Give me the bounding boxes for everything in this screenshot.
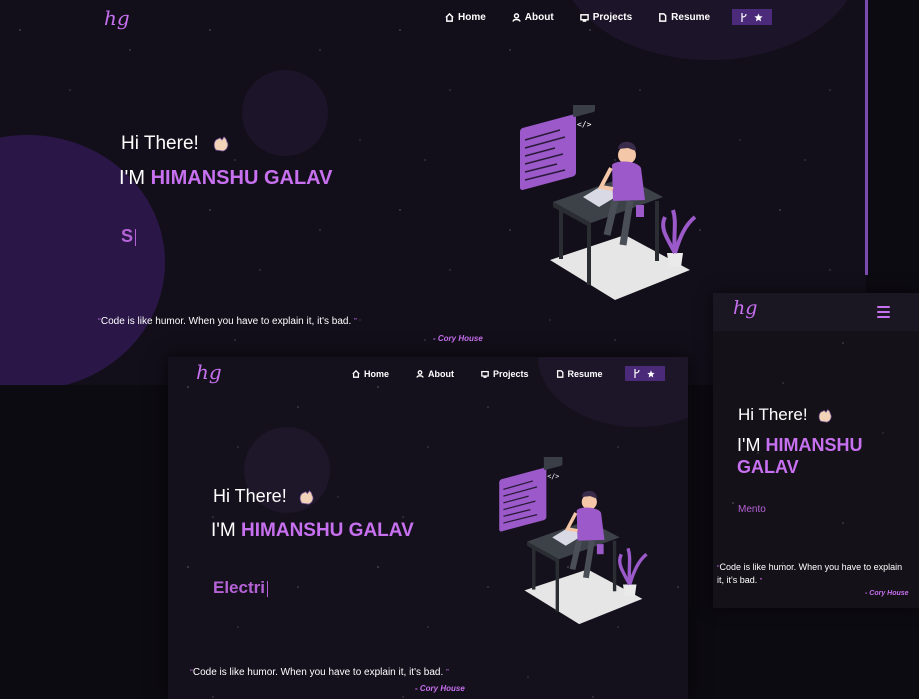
- typewriter-value: Mento: [738, 504, 766, 515]
- home-icon: [445, 12, 454, 22]
- quote-text-line2: it, it's bad.: [717, 575, 758, 585]
- typewriter-text: S: [121, 226, 137, 247]
- nav-about[interactable]: About: [416, 369, 454, 379]
- site-logo[interactable]: hg: [733, 297, 757, 319]
- decor-blob-small: [242, 70, 328, 156]
- developer-illustration: </>: [499, 457, 648, 625]
- name-prefix: I'M: [119, 167, 146, 189]
- home-icon: [352, 369, 360, 378]
- name-highlight: HIMANSHU GALAV: [150, 167, 333, 189]
- nav-resume-label: Resume: [567, 368, 603, 379]
- nav-projects[interactable]: Projects: [579, 11, 633, 23]
- nav-resume[interactable]: Resume: [556, 369, 603, 379]
- greeting-text: Hi There!: [738, 405, 808, 424]
- close-quote-mark: ”: [354, 316, 357, 326]
- nav-resume-label: Resume: [671, 11, 711, 23]
- greeting-text: Hi There!: [213, 486, 287, 506]
- typewriter-value: Electri: [213, 578, 265, 597]
- nav-projects-label: Projects: [493, 368, 529, 379]
- nav-home-label: Home: [458, 11, 486, 23]
- quote-text: Code is like humor. When you have to exp…: [192, 667, 444, 678]
- name-highlight: HIMANSHU GALAV: [241, 520, 414, 541]
- hamburger-menu-icon[interactable]: [877, 306, 890, 318]
- nav-projects[interactable]: Projects: [481, 369, 529, 379]
- name-highlight-line2: GALAV: [737, 457, 799, 477]
- developer-illustration: </>: [520, 105, 697, 300]
- typewriter-text: Mento: [738, 504, 766, 515]
- waving-hand-icon: [817, 407, 835, 423]
- name-prefix: I'M: [211, 520, 236, 541]
- hero-greeting: Hi There!: [121, 131, 232, 155]
- projects-icon: [579, 13, 589, 22]
- mobile-preview: hg Hi There! I'M HIMANSHU GALAV Mento “C…: [713, 293, 919, 608]
- quote-block: “Code is like humor. When you have to ex…: [98, 316, 357, 327]
- typewriter-value: S: [121, 226, 134, 246]
- user-icon: [512, 12, 521, 22]
- nav-home[interactable]: Home: [352, 369, 389, 379]
- nav-about[interactable]: About: [512, 12, 554, 23]
- nav-resume[interactable]: Resume: [658, 12, 710, 23]
- user-icon: [416, 369, 424, 378]
- hero-greeting: Hi There!: [738, 404, 835, 425]
- projects-icon: [481, 370, 489, 378]
- star-icon: [754, 12, 763, 21]
- typewriter-cursor: [266, 580, 268, 597]
- nav-home-label: Home: [364, 368, 390, 379]
- hero-name: I'M HIMANSHU GALAV: [737, 434, 862, 478]
- typewriter-cursor: [135, 228, 137, 246]
- scrollbar-accent: [865, 0, 868, 275]
- hero-name: I'M HIMANSHU GALAV: [211, 520, 414, 542]
- waving-hand-icon: [298, 488, 317, 505]
- document-icon: [659, 12, 667, 22]
- quote-author: - Cory House: [865, 590, 909, 597]
- typewriter-text: Electri: [213, 578, 268, 598]
- nav-about-label: About: [524, 11, 554, 23]
- quote-text: Code is like humor. When you have to exp…: [100, 316, 352, 327]
- github-star-button[interactable]: [732, 9, 773, 25]
- name-prefix: I'M: [737, 435, 761, 455]
- site-logo[interactable]: hg: [196, 360, 222, 384]
- nav-about-label: About: [428, 368, 455, 379]
- close-quote-mark: ”: [446, 667, 449, 677]
- quote-block: “Code is like humor. When you have to ex…: [190, 667, 449, 678]
- hero-greeting: Hi There!: [213, 485, 317, 507]
- quote-author: - Cory House: [433, 334, 483, 343]
- main-navbar: Home About Projects Resume: [445, 9, 773, 25]
- star-icon: [647, 369, 655, 377]
- svg-text:</>: </>: [577, 120, 592, 129]
- waving-hand-icon: [212, 134, 232, 152]
- hero-name: I'M HIMANSHU GALAV: [119, 167, 332, 190]
- fork-icon: [634, 369, 640, 378]
- close-quote-mark: ”: [759, 576, 763, 585]
- quote-block: “Code is like humor. When you have to ex…: [717, 561, 917, 587]
- tablet-preview: hg Home About Projects Resume Hi There! …: [168, 357, 688, 699]
- document-icon: [556, 369, 563, 378]
- main-navbar: Home About Projects Resume: [352, 366, 665, 381]
- name-highlight-line1: HIMANSHU: [765, 435, 863, 455]
- greeting-text: Hi There!: [121, 133, 199, 154]
- nav-home[interactable]: Home: [445, 12, 486, 23]
- svg-text:</>: </>: [547, 472, 559, 480]
- site-logo[interactable]: hg: [104, 6, 130, 30]
- fork-icon: [741, 12, 747, 22]
- quote-text-line1: Code is like humor. When you have to exp…: [719, 562, 903, 572]
- nav-projects-label: Projects: [592, 11, 633, 23]
- quote-author: - Cory House: [415, 684, 465, 693]
- github-star-button[interactable]: [624, 366, 665, 381]
